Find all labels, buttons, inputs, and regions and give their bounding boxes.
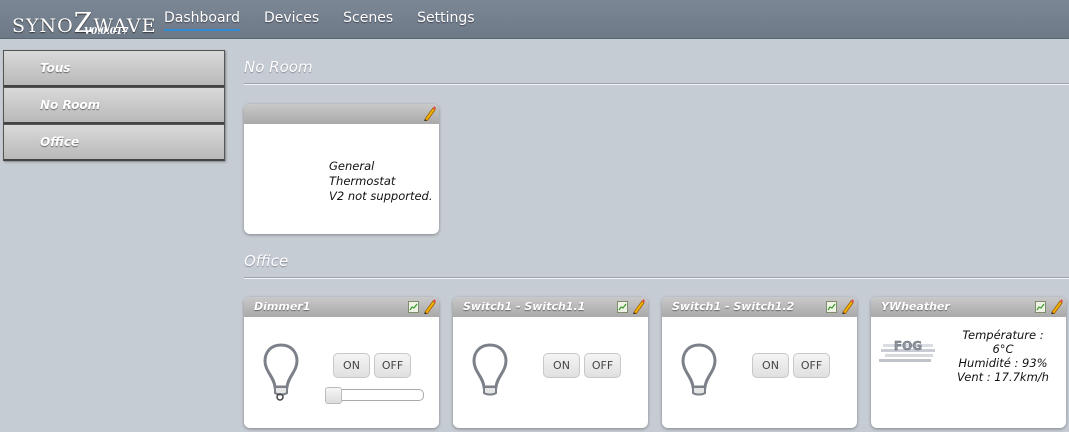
sidebar: Tous No Room Office — [3, 50, 225, 161]
thermostat-message-line1: General Thermostat — [329, 159, 396, 188]
device-title: YWheather — [881, 300, 950, 313]
pencil-icon[interactable] — [422, 105, 436, 121]
sidebar-item-tous[interactable]: Tous — [3, 50, 225, 87]
card-header — [244, 104, 439, 124]
nav-scenes[interactable]: Scenes — [343, 10, 393, 31]
thermostat-message: General Thermostat V2 not supported. — [329, 159, 439, 204]
device-title: Dimmer1 — [254, 300, 311, 313]
app-logo[interactable]: SYNOZWAVE V0.0.017 — [12, 2, 155, 39]
device-card-switch1-1: Switch1 - Switch1.1 ON OFF — [453, 297, 648, 428]
card-header: Switch1 - Switch1.1 — [453, 297, 648, 317]
fog-weather-icon: FOG — [879, 339, 935, 362]
weather-temperature: Température : 6°C — [962, 328, 1044, 356]
thermostat-message-line2: V2 not supported. — [329, 189, 433, 203]
light-bulb-icon — [263, 343, 299, 401]
dimmer-slider[interactable] — [325, 387, 424, 404]
section-title-office: Office — [244, 252, 289, 270]
pencil-icon[interactable] — [422, 298, 436, 314]
pencil-icon[interactable] — [840, 298, 854, 314]
weather-wind: Vent : 17.7km/h — [957, 370, 1049, 384]
nav-settings[interactable]: Settings — [417, 10, 474, 31]
light-bulb-icon — [681, 343, 717, 396]
device-card-yweather: YWheather FOG Température : 6°C Humidité… — [871, 297, 1066, 428]
nav-devices[interactable]: Devices — [264, 10, 319, 31]
device-card-switch1-2: Switch1 - Switch1.2 ON OFF — [662, 297, 857, 428]
chart-icon[interactable] — [1035, 301, 1046, 313]
chart-icon[interactable] — [408, 301, 419, 313]
nav-dashboard[interactable]: Dashboard — [164, 10, 240, 31]
section-divider — [244, 277, 1069, 279]
slider-handle[interactable] — [325, 387, 342, 404]
top-bar: SYNOZWAVE V0.0.017 Dashboard Devices Sce… — [0, 0, 1069, 39]
card-header: YWheather — [871, 297, 1066, 317]
fog-label: FOG — [894, 339, 922, 353]
section-title-no-room: No Room — [244, 58, 313, 76]
chart-icon[interactable] — [617, 301, 628, 313]
weather-readout: Température : 6°C Humidité : 93% Vent : … — [953, 328, 1053, 384]
device-title: Switch1 - Switch1.1 — [463, 300, 586, 313]
off-button[interactable]: OFF — [793, 353, 830, 378]
weather-humidity: Humidité : 93% — [958, 356, 1048, 370]
light-bulb-icon — [472, 343, 508, 396]
pencil-icon[interactable] — [631, 298, 645, 314]
pencil-icon[interactable] — [1049, 298, 1063, 314]
off-button[interactable]: OFF — [374, 353, 411, 378]
main-nav: Dashboard Devices Scenes Settings — [164, 10, 475, 31]
off-button[interactable]: OFF — [584, 353, 621, 378]
on-button[interactable]: ON — [543, 353, 580, 378]
thermostat-card: General Thermostat V2 not supported. — [244, 104, 439, 234]
chart-icon[interactable] — [826, 301, 837, 313]
section-divider — [244, 83, 1069, 85]
on-button[interactable]: ON — [333, 353, 370, 378]
device-card-dimmer1: Dimmer1 ON OFF — [244, 297, 439, 428]
brand-version: V0.0.017 — [84, 27, 129, 37]
card-header: Dimmer1 — [244, 297, 439, 317]
card-header: Switch1 - Switch1.2 — [662, 297, 857, 317]
sidebar-item-no-room[interactable]: No Room — [3, 87, 225, 124]
sidebar-item-office[interactable]: Office — [3, 124, 225, 161]
device-title: Switch1 - Switch1.2 — [672, 300, 795, 313]
on-button[interactable]: ON — [752, 353, 789, 378]
